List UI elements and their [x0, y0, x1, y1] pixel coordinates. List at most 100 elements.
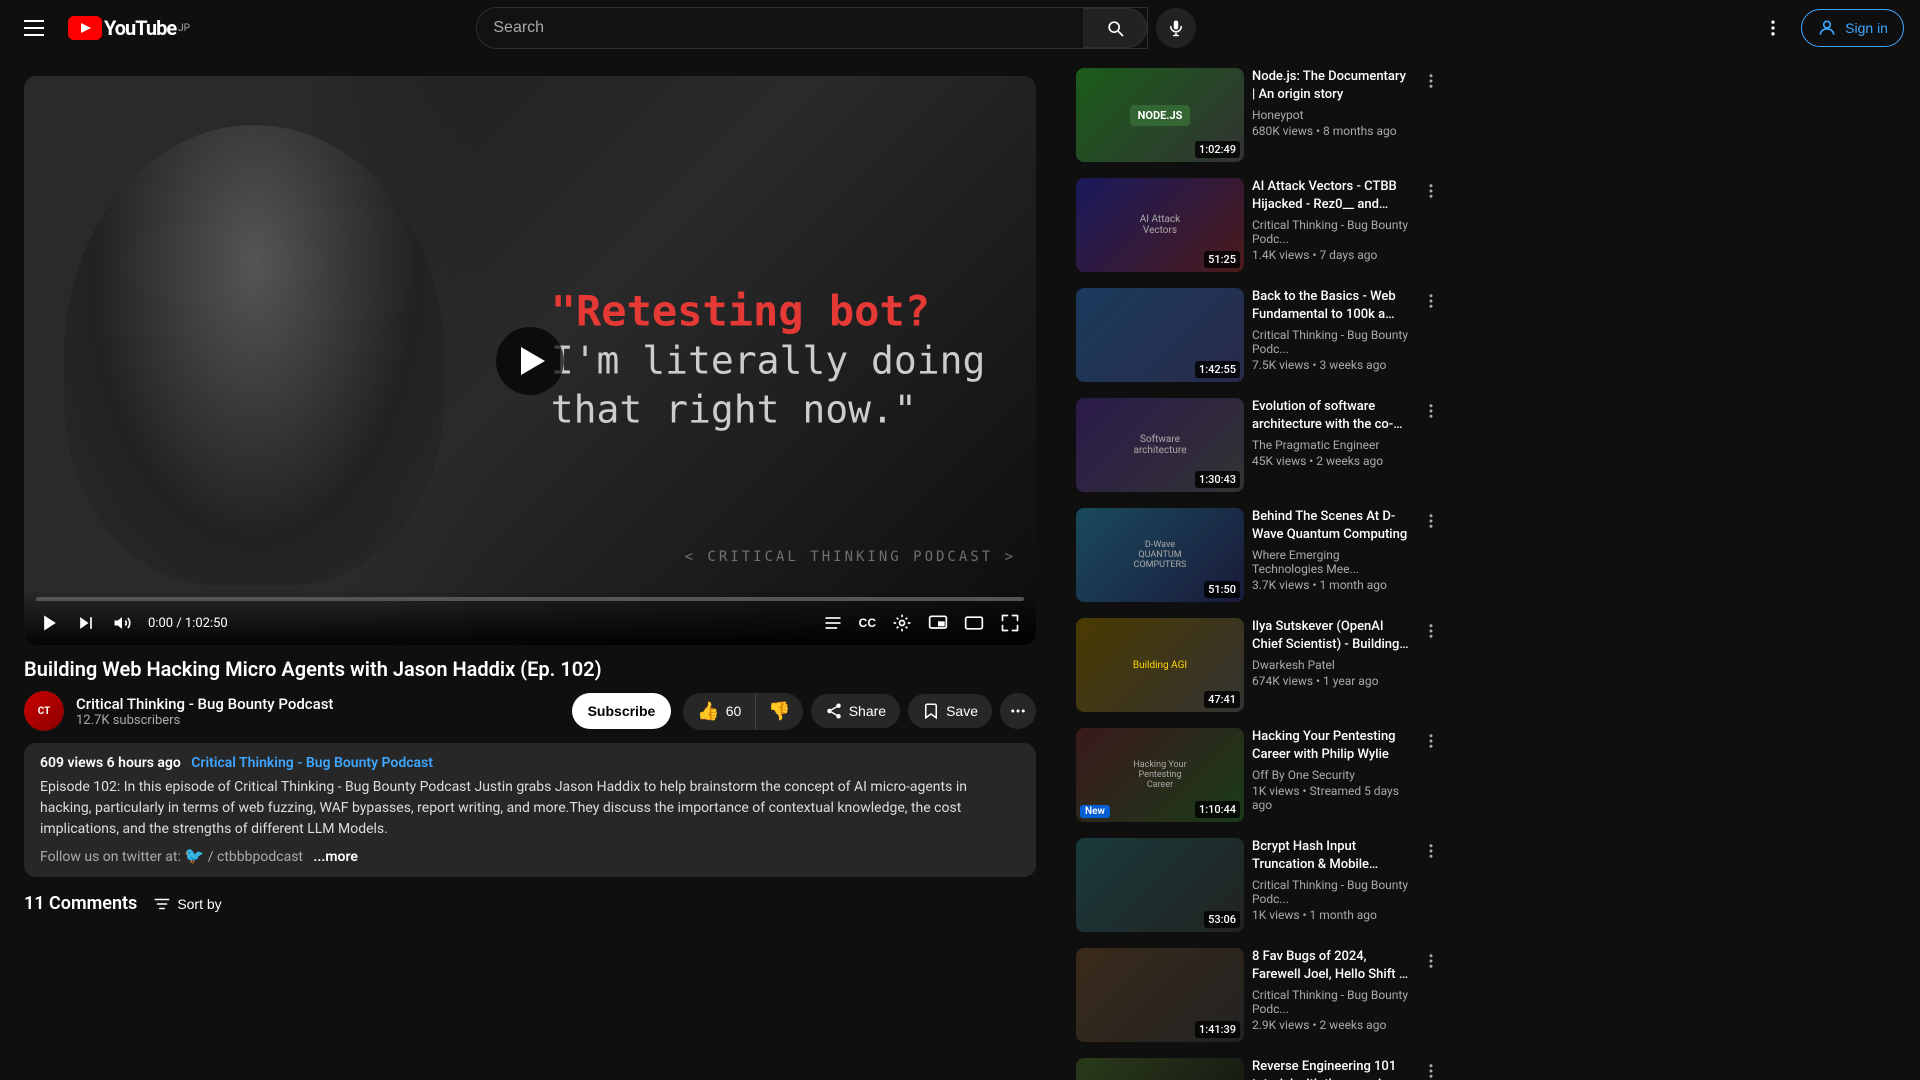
sidebar-video-item[interactable]: NODE.JS 1:02:49 Node.js: The Documentary…: [1072, 64, 1448, 166]
search-input[interactable]: [477, 8, 1083, 48]
content-area: "Retesting bot? I'm literally doing that…: [0, 56, 1060, 1080]
header: YouTube JP: [0, 0, 1920, 56]
sidebar-more-button[interactable]: [1418, 1058, 1444, 1080]
sidebar-more-button[interactable]: [1418, 398, 1444, 429]
sidebar-more-button[interactable]: [1418, 68, 1444, 99]
thumbs-down-icon: 👎: [768, 701, 790, 722]
kebab-vertical-icon: [1422, 182, 1440, 200]
mic-icon: [1167, 19, 1185, 37]
view-stats: 609 views 6 hours ago Critical Thinking …: [40, 755, 1020, 771]
thumbnail-wrap: Building AGI 47:41: [1076, 618, 1244, 712]
sidebar-video-title: Behind The Scenes At D-Wave Quantum Comp…: [1252, 508, 1410, 544]
channel-avatar[interactable]: CT: [24, 691, 64, 731]
thumbs-up-icon: 👍: [697, 701, 719, 722]
play-pause-button[interactable]: [36, 609, 64, 637]
follow-text: Follow us on twitter at:: [40, 849, 181, 865]
voice-search-button[interactable]: [1156, 8, 1196, 48]
progress-bar[interactable]: [36, 597, 1024, 601]
settings-button[interactable]: [888, 609, 916, 637]
thumbnail-wrap: 1:41:39: [1076, 948, 1244, 1042]
sidebar-video-title: 8 Fav Bugs of 2024, Farewell Joel, Hello…: [1252, 948, 1410, 984]
dislike-button[interactable]: 👎: [756, 693, 802, 730]
sidebar-video-item[interactable]: Softwarearchitecture 1:30:43 Evolution o…: [1072, 394, 1448, 496]
sidebar-video-item[interactable]: 1:41:39 8 Fav Bugs of 2024, Farewell Joe…: [1072, 944, 1448, 1046]
video-duration: 1:02:49: [1195, 141, 1240, 158]
sidebar-video-stats: 7.5K views • 3 weeks ago: [1252, 358, 1410, 372]
controls-row: 0:00 / 1:02:50: [36, 609, 1024, 637]
twitter-bird-icon: 🐦: [184, 846, 204, 865]
fullscreen-button[interactable]: [996, 609, 1024, 637]
like-count: 60: [726, 703, 742, 719]
share-button[interactable]: Share: [811, 694, 900, 728]
sidebar-video-item[interactable]: AI AttackVectors 51:25 AI Attack Vectors…: [1072, 174, 1448, 276]
sidebar-video-info: Node.js: The Documentary | An origin sto…: [1252, 68, 1410, 162]
video-duration: 1:41:39: [1195, 1021, 1240, 1038]
play-button-overlay[interactable]: [496, 327, 564, 395]
header-left: YouTube JP: [16, 12, 190, 44]
sidebar-channel-name: Critical Thinking - Bug Bounty Podc...: [1252, 218, 1410, 246]
sidebar-more-button[interactable]: [1418, 838, 1444, 869]
description-text: Episode 102: In this episode of Critical…: [40, 777, 1020, 840]
kebab-vertical-icon: [1422, 842, 1440, 860]
sidebar: NODE.JS 1:02:49 Node.js: The Documentary…: [1060, 56, 1460, 1080]
channel-name[interactable]: Critical Thinking - Bug Bounty Podcast: [76, 695, 560, 713]
avatar-image: CT: [24, 691, 64, 731]
channel-subscribers: 12.7K subscribers: [76, 713, 560, 728]
time-separator: /: [176, 616, 185, 631]
sidebar-channel-name: Honeypot: [1252, 108, 1410, 122]
search-button[interactable]: [1083, 8, 1147, 48]
sidebar-more-button[interactable]: [1418, 728, 1444, 759]
sidebar-video-stats: 1K views • Streamed 5 days ago: [1252, 784, 1410, 812]
sign-in-button[interactable]: Sign in: [1801, 9, 1904, 47]
video-duration: 51:50: [1204, 581, 1240, 598]
sidebar-video-title: AI Attack Vectors - CTBB Hijacked - Rez0…: [1252, 178, 1410, 214]
mute-button[interactable]: [108, 609, 136, 637]
description-box[interactable]: 609 views 6 hours ago Critical Thinking …: [24, 743, 1036, 877]
sidebar-video-item[interactable]: D-WaveQUANTUMCOMPUTERS 51:50 Behind The …: [1072, 504, 1448, 606]
like-button[interactable]: 👍 60: [683, 693, 756, 730]
thumbnail-wrap: REVERSEENGINEERING 1:41:39: [1076, 1058, 1244, 1080]
sidebar-more-button[interactable]: [1418, 178, 1444, 209]
subscribe-button[interactable]: Subscribe: [572, 693, 672, 729]
more-options-button[interactable]: [1753, 8, 1793, 48]
more-link[interactable]: ...more: [313, 849, 357, 865]
controls-right: CC: [819, 609, 1024, 637]
hamburger-menu[interactable]: [16, 12, 52, 44]
thumbnail: REVERSEENGINEERING: [1076, 1058, 1244, 1080]
sidebar-video-item[interactable]: REVERSEENGINEERING 1:41:39 Reverse Engin…: [1072, 1054, 1448, 1080]
sidebar-video-item[interactable]: Building AGI 47:41 Ilya Sutskever (OpenA…: [1072, 614, 1448, 716]
thumbnail-wrap: NODE.JS 1:02:49: [1076, 68, 1244, 162]
thumbnail-wrap: Hacking YourPentestingCareer 1:10:44 New: [1076, 728, 1244, 822]
skip-next-icon: [76, 613, 96, 633]
sidebar-channel-name: Critical Thinking - Bug Bounty Podc...: [1252, 878, 1410, 906]
sidebar-video-stats: 45K views • 2 weeks ago: [1252, 454, 1410, 468]
sidebar-video-item[interactable]: 53:06 Bcrypt Hash Input Truncation & Mob…: [1072, 834, 1448, 936]
youtube-logo[interactable]: YouTube JP: [68, 16, 190, 40]
sidebar-more-button[interactable]: [1418, 948, 1444, 979]
theater-button[interactable]: [960, 609, 988, 637]
search-icon: [1105, 18, 1125, 38]
kebab-vertical-icon: [1422, 402, 1440, 420]
search-bar: [476, 7, 1196, 49]
sort-button[interactable]: Sort by: [153, 895, 221, 913]
save-label: Save: [946, 703, 978, 719]
sidebar-more-button[interactable]: [1418, 288, 1444, 319]
chapters-button[interactable]: [819, 609, 847, 637]
captions-button[interactable]: CC: [855, 612, 880, 634]
sidebar-more-button[interactable]: [1418, 508, 1444, 539]
sidebar-video-item[interactable]: 1:42:55 Back to the Basics - Web Fundame…: [1072, 284, 1448, 386]
sidebar-more-button[interactable]: [1418, 618, 1444, 649]
more-actions-button[interactable]: [1000, 693, 1036, 729]
video-player[interactable]: "Retesting bot? I'm literally doing that…: [24, 76, 1036, 645]
sidebar-channel-name: Dwarkesh Patel: [1252, 658, 1410, 672]
follow-row: Follow us on twitter at: 🐦 / ctbbbpodcas…: [40, 846, 1020, 865]
channel-row: CT Critical Thinking - Bug Bounty Podcas…: [24, 691, 1036, 731]
miniplayer-button[interactable]: [924, 609, 952, 637]
sidebar-video-item[interactable]: Hacking YourPentestingCareer 1:10:44 New…: [1072, 724, 1448, 826]
sidebar-video-info: 8 Fav Bugs of 2024, Farewell Joel, Hello…: [1252, 948, 1410, 1042]
next-button[interactable]: [72, 609, 100, 637]
sidebar-video-info: Hacking Your Pentesting Career with Phil…: [1252, 728, 1410, 822]
save-button[interactable]: Save: [908, 694, 992, 728]
video-duration: 1:42:55: [1195, 361, 1240, 378]
channel-tag[interactable]: Critical Thinking - Bug Bounty Podcast: [191, 755, 433, 771]
